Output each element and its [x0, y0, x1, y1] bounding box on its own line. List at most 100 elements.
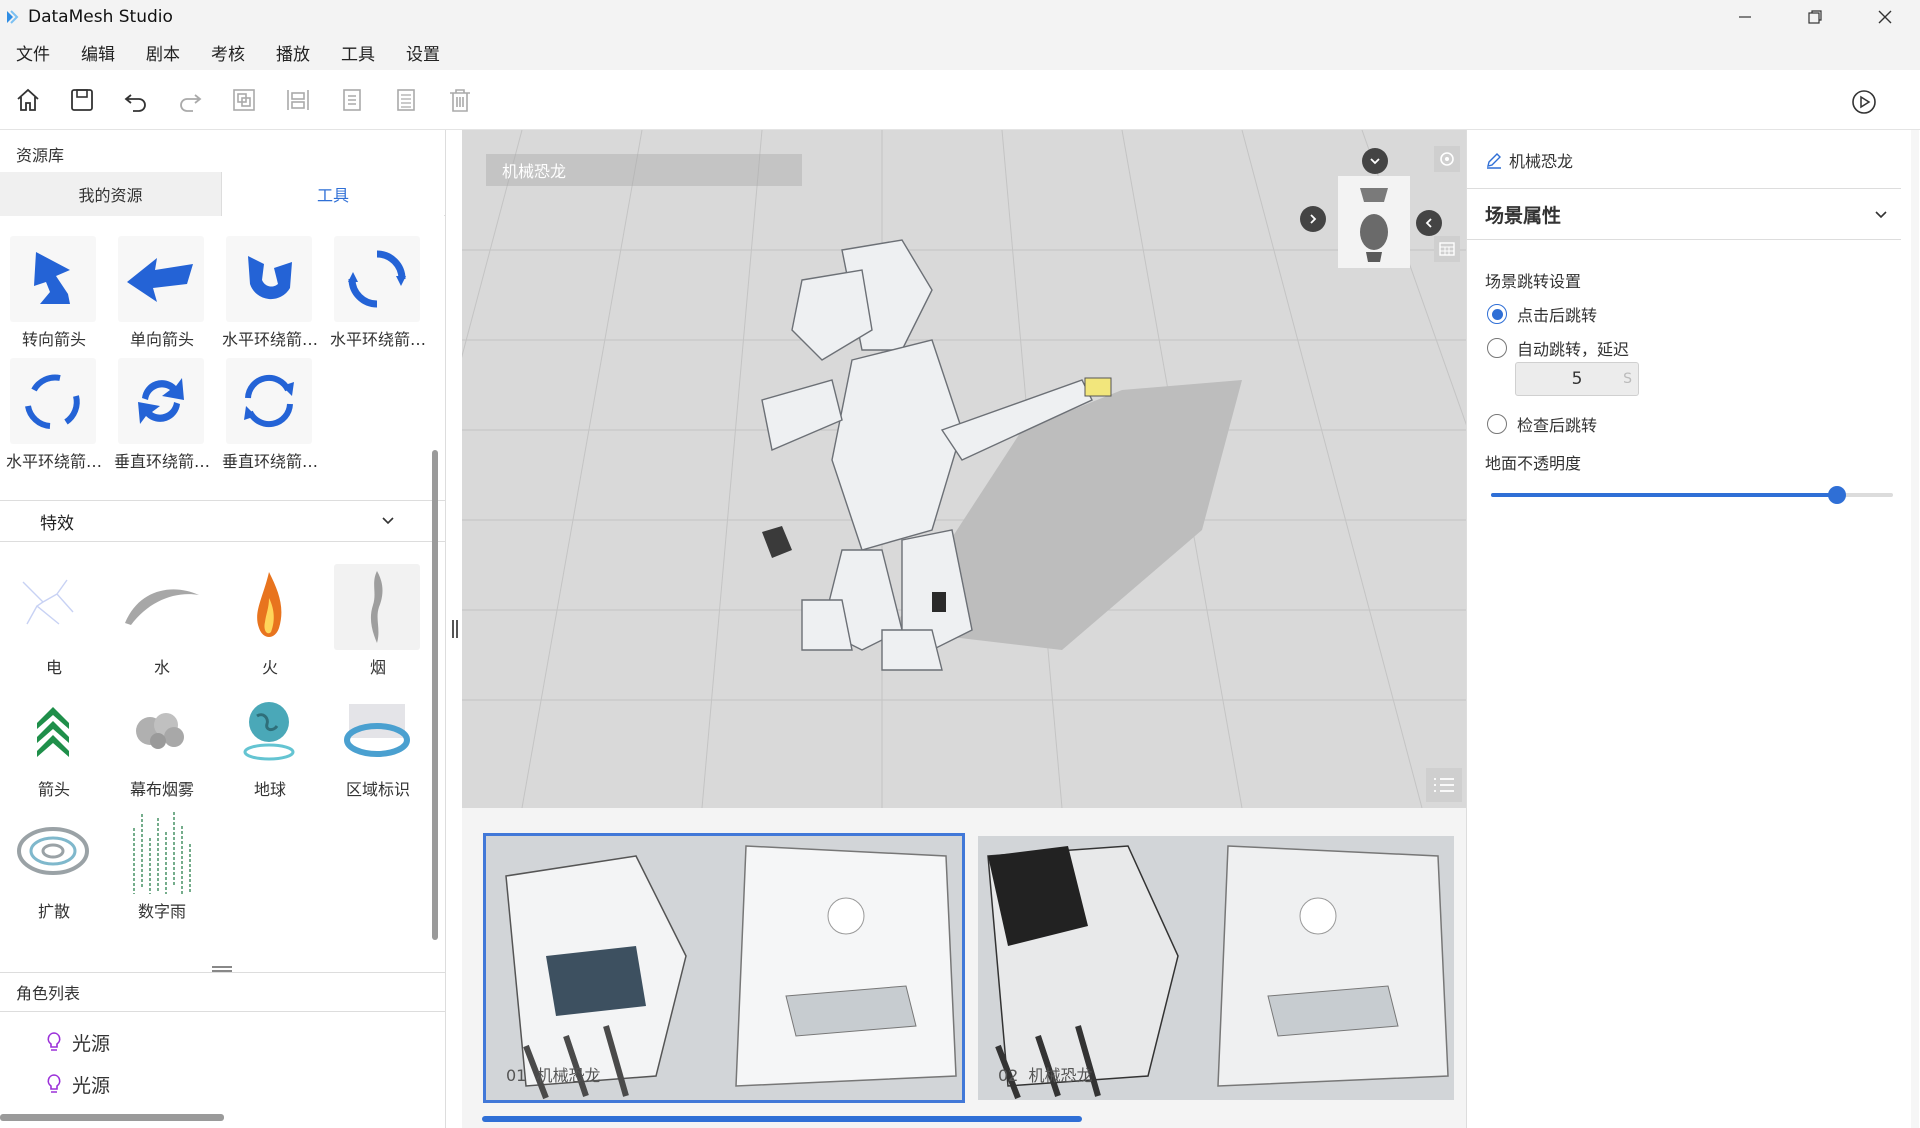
edit-pencil-icon: [1487, 153, 1501, 169]
delete-button[interactable]: [444, 84, 476, 116]
group-button[interactable]: [228, 84, 260, 116]
chevron-down-icon: [382, 517, 394, 525]
focus-view-button[interactable]: [1434, 146, 1460, 172]
effect-digital-rain[interactable]: 数字雨: [110, 800, 214, 922]
scene-card[interactable]: 02 机械恐龙: [978, 836, 1454, 1100]
horizontal-orbit-arrow-icon: [248, 256, 292, 300]
effect-globe[interactable]: 地球: [218, 678, 322, 800]
save-icon: [71, 89, 93, 111]
save-button[interactable]: [66, 84, 98, 116]
list-button[interactable]: [390, 84, 422, 116]
redo-button[interactable]: [174, 84, 206, 116]
effect-arrow[interactable]: 箭头: [2, 678, 106, 800]
tool-horizontal-orbit-arrow-3[interactable]: 水平环绕箭…: [2, 350, 106, 472]
menu-script[interactable]: 剧本: [146, 40, 180, 65]
effect-fire[interactable]: 火: [218, 556, 322, 678]
effect-area-marker[interactable]: 区域标识: [326, 678, 430, 800]
tool-vertical-orbit-arrow-2[interactable]: 垂直环绕箭…: [218, 350, 322, 472]
ground-opacity-slider[interactable]: [1491, 486, 1893, 504]
resource-library-panel: 资源库 我的资源 工具 转向箭头 单向箭头 水平环绕箭… 水平环绕箭… 水平环绕…: [0, 130, 446, 1128]
library-scrollbar[interactable]: [432, 450, 438, 940]
tab-tools[interactable]: 工具: [222, 172, 444, 216]
scene-jump-label: 场景跳转设置: [1485, 272, 1582, 291]
radio-label: 检查后跳转: [1517, 416, 1598, 435]
preview-play-button[interactable]: [1848, 86, 1880, 118]
object-name-field[interactable]: 机械恐龙: [1485, 148, 1573, 172]
close-button[interactable]: [1850, 0, 1920, 34]
object-list-button[interactable]: [1426, 768, 1462, 802]
object-name: 机械恐龙: [1509, 152, 1574, 171]
app-logo-icon: [7, 10, 19, 24]
turn-arrow-icon: [34, 252, 70, 304]
grid-toggle-button[interactable]: [1434, 236, 1460, 262]
delete-icon: [450, 89, 470, 112]
scene-properties-header[interactable]: 场景属性: [1467, 188, 1901, 240]
menu-assessment[interactable]: 考核: [211, 40, 245, 65]
viewport-splitter-handle[interactable]: [452, 620, 458, 638]
tool-vertical-orbit-arrow[interactable]: 垂直环绕箭…: [110, 350, 214, 472]
scene-card[interactable]: 01 机械恐龙: [483, 833, 965, 1103]
slider-thumb[interactable]: [1828, 486, 1846, 504]
rotate-view-right-button[interactable]: [1300, 206, 1326, 232]
radio-jump-on-click[interactable]: 点击后跳转: [1487, 302, 1597, 326]
menu-file[interactable]: 文件: [16, 40, 50, 65]
minimize-icon: [1739, 16, 1751, 18]
view-cube[interactable]: [1338, 176, 1410, 268]
slider-fill: [1491, 493, 1837, 497]
digital-rain-icon: [133, 812, 191, 894]
role-item-light[interactable]: 光源: [46, 1066, 110, 1102]
menu-tools[interactable]: 工具: [341, 40, 375, 65]
scene-name: 机械恐龙: [536, 1066, 601, 1085]
effects-section-header[interactable]: 特效: [0, 500, 446, 542]
rotate-view-left-button[interactable]: [1416, 210, 1442, 236]
copy-button[interactable]: [336, 84, 368, 116]
group-icon: [233, 89, 255, 111]
ground-opacity-label: 地面不透明度: [1485, 454, 1582, 473]
tool-single-arrow[interactable]: 单向箭头: [110, 228, 214, 350]
delay-seconds-input[interactable]: 5 S: [1515, 362, 1639, 396]
radio-indicator: [1487, 304, 1507, 324]
list-icon: [1434, 778, 1454, 792]
align-button[interactable]: [282, 84, 314, 116]
radio-auto-jump-delay[interactable]: 自动跳转，延迟: [1487, 336, 1629, 360]
scene-strip-scrollbar[interactable]: [482, 1116, 1082, 1122]
menu-bar: 文件 编辑 剧本 考核 播放 工具 设置: [0, 34, 1920, 70]
radio-jump-after-check[interactable]: 检查后跳转: [1487, 412, 1597, 436]
properties-panel: 机械恐龙 场景属性 场景跳转设置 点击后跳转 自动跳转，延迟 5 S 检查后跳转…: [1466, 130, 1920, 1128]
tool-horizontal-orbit-arrow-2[interactable]: 水平环绕箭…: [326, 228, 430, 350]
title-bar: DataMesh Studio: [0, 0, 1920, 34]
menu-edit[interactable]: 编辑: [81, 40, 115, 65]
tool-turn-arrow[interactable]: 转向箭头: [2, 228, 106, 350]
effect-diffuse[interactable]: 扩散: [2, 800, 106, 922]
role-list-scrollbar[interactable]: [0, 1114, 224, 1121]
minimize-button[interactable]: [1710, 0, 1780, 34]
effect-label: 烟: [369, 658, 386, 677]
delay-unit: S: [1623, 371, 1632, 387]
restore-button[interactable]: [1780, 0, 1850, 34]
undo-button[interactable]: [120, 84, 152, 116]
radio-label: 点击后跳转: [1517, 306, 1598, 325]
menu-settings[interactable]: 设置: [406, 40, 440, 65]
globe-icon: [243, 702, 295, 761]
effect-smoke[interactable]: 烟: [326, 556, 430, 678]
play-icon: [1852, 90, 1876, 114]
properties-scrollbar[interactable]: [1911, 130, 1919, 1128]
effect-curtain-smoke[interactable]: 幕布烟雾: [110, 678, 214, 800]
tab-my-resources[interactable]: 我的资源: [0, 172, 222, 216]
scene-index: 01: [506, 1066, 527, 1085]
tool-label: 垂直环绕箭…: [221, 452, 318, 471]
tool-horizontal-orbit-arrow[interactable]: 水平环绕箭…: [218, 228, 322, 350]
home-button[interactable]: [12, 84, 44, 116]
tool-label: 转向箭头: [21, 330, 86, 349]
effect-electric[interactable]: 电: [2, 556, 106, 678]
role-item-light[interactable]: 光源: [46, 1024, 110, 1060]
lightning-icon: [22, 579, 74, 625]
effect-label: 火: [261, 658, 278, 677]
scene-viewport[interactable]: 机械恐龙: [462, 130, 1466, 808]
home-icon: [17, 88, 39, 111]
viewport-collapse-button[interactable]: [1362, 148, 1388, 174]
menu-play[interactable]: 播放: [276, 40, 310, 65]
effect-water[interactable]: 水: [110, 556, 214, 678]
effect-label: 扩散: [37, 902, 70, 921]
circular-arrow-icon: [348, 250, 406, 308]
